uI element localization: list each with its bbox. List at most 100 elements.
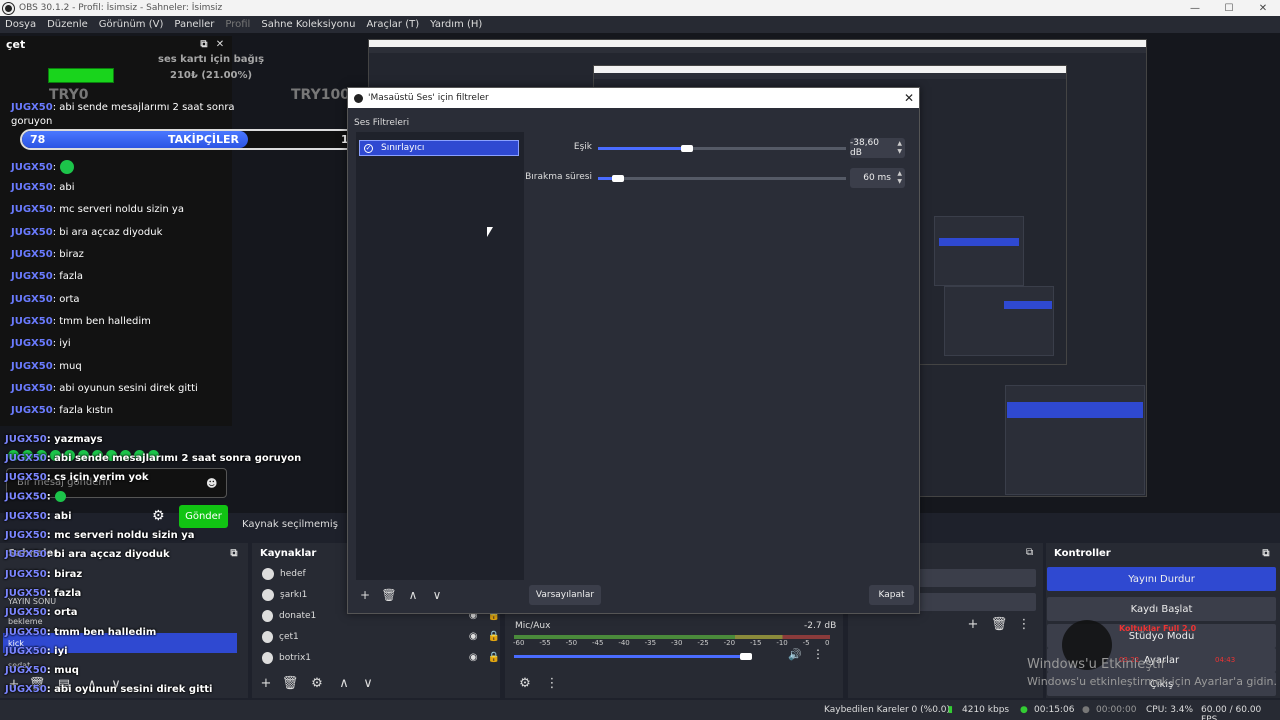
visibility-eye-icon[interactable]: ◉	[469, 631, 478, 642]
source-down-button[interactable]: ∨	[358, 674, 378, 694]
add-filter-button[interactable]: +	[356, 586, 374, 604]
remove-filter-button[interactable]: 🗑	[380, 586, 398, 604]
volume-slider[interactable]	[514, 655, 747, 658]
undock-icon[interactable]: ⧉	[1026, 547, 1033, 558]
filters-dialog-title: 'Masaüstü Ses' için filtreler	[368, 93, 489, 103]
threshold-spinbox[interactable]: -38,60 dB ▲ ▼	[850, 138, 905, 158]
overlay-chat-text: : iyi	[46, 646, 68, 657]
chat-username[interactable]: JUGX50	[11, 361, 53, 372]
transition-menu-button[interactable]: ⋮	[1014, 615, 1034, 635]
source-up-button[interactable]: ∧	[334, 674, 354, 694]
chat-username[interactable]: JUGX50	[11, 405, 53, 416]
mixer-menu-icon[interactable]: ⋮	[812, 647, 824, 661]
release-value: 60 ms	[863, 173, 891, 183]
chat-username[interactable]: JUGX50	[11, 271, 53, 282]
chat-username[interactable]: JUGX50	[11, 102, 53, 113]
menu-file[interactable]: Dosya	[0, 19, 42, 30]
maximize-button[interactable]: ☐	[1212, 3, 1246, 14]
chat-username[interactable]: JUGX50	[11, 316, 53, 327]
source-status-label: Kaynak seçilmemiş	[242, 518, 338, 530]
overlay-chat-message: JUGX50: muq	[5, 665, 79, 676]
release-spinbox[interactable]: 60 ms ▲ ▼	[850, 168, 905, 188]
filter-up-button[interactable]: ∧	[404, 586, 422, 604]
release-label: Bırakma süresi	[525, 172, 592, 182]
menu-tools[interactable]: Araçlar (T)	[361, 19, 425, 30]
obs-app-icon	[354, 93, 363, 103]
watermark-line-1: Windows'u Etkinleştir	[1027, 657, 1167, 672]
menu-scene-collection[interactable]: Sahne Koleksiyonu	[256, 19, 361, 30]
remove-transition-button[interactable]: 🗑	[989, 615, 1009, 635]
volume-slider-knob[interactable]	[740, 653, 753, 660]
minimize-button[interactable]: —	[1178, 3, 1212, 14]
controls-dock-header: Kontroller ⧉	[1046, 543, 1280, 563]
lock-icon[interactable]: 🔒	[488, 652, 500, 663]
chat-username[interactable]: JUGX50	[11, 383, 53, 394]
chat-text: : mc serveri noldu sizin ya	[52, 204, 184, 215]
release-slider[interactable]	[598, 177, 846, 180]
stop-streaming-button[interactable]: Yayını Durdur	[1047, 567, 1276, 591]
chat-username[interactable]: JUGX50	[11, 162, 53, 173]
filter-down-button[interactable]: ∨	[428, 586, 446, 604]
window-titlebar: OBS 30.1.2 - Profil: İsimsiz - Sahneler:…	[0, 0, 1280, 16]
close-icon[interactable]: ✕	[214, 39, 226, 50]
meter-tick-label: 0	[825, 639, 830, 647]
menu-view[interactable]: Görünüm (V)	[94, 19, 170, 30]
scene-item[interactable]: bekleme	[8, 617, 43, 626]
close-icon[interactable]: ✕	[899, 91, 919, 105]
menu-docks[interactable]: Paneller	[169, 19, 220, 30]
source-row[interactable]: çet1 ◉ 🔒	[252, 626, 500, 647]
meter-tick-label: -50	[565, 639, 578, 647]
visibility-toggle-icon[interactable]: ✓	[364, 143, 373, 153]
visibility-eye-icon[interactable]: ◉	[469, 652, 478, 663]
overlay-chat-text: : bi ara açcaz diyoduk	[46, 549, 170, 560]
chat-username[interactable]: JUGX50	[11, 338, 53, 349]
chat-username[interactable]: JUGX50	[11, 227, 53, 238]
add-transition-button[interactable]: +	[963, 615, 983, 635]
overlay-chat-message: JUGX50: abi	[5, 511, 72, 522]
source-properties-button[interactable]: ⚙	[307, 674, 327, 694]
overlay-widget-title: Koltuklar Full 2.0	[1119, 624, 1197, 633]
meter-tick-label: -55	[539, 639, 551, 647]
undock-icon[interactable]: ⧉	[1260, 548, 1272, 559]
overlay-chat-message: JUGX50: fazla	[5, 588, 81, 599]
chat-username[interactable]: JUGX50	[11, 249, 53, 260]
release-slider-knob[interactable]	[611, 175, 624, 182]
filters-list[interactable]	[356, 132, 524, 580]
close-button[interactable]: ✕	[1246, 3, 1280, 14]
advanced-audio-button[interactable]: ⚙	[515, 674, 535, 694]
chat-username[interactable]: JUGX50	[11, 204, 53, 215]
overlay-chat-message: JUGX50:	[5, 491, 66, 503]
source-row[interactable]: botrix1 ◉ 🔒	[252, 647, 500, 668]
chat-username[interactable]: JUGX50	[11, 294, 53, 305]
overlay-chat-message: JUGX50: cs için yerim yok	[5, 472, 149, 483]
browser-source-icon	[262, 630, 274, 643]
start-recording-button[interactable]: Kaydı Başlat	[1047, 597, 1276, 621]
menu-edit[interactable]: Düzenle	[42, 19, 94, 30]
remove-source-button[interactable]: 🗑	[280, 674, 300, 694]
filter-item-limiter[interactable]: ✓ Sınırlayıcı	[359, 140, 519, 156]
chat-message: JUGX50: biraz	[11, 249, 84, 260]
undock-icon[interactable]: ⧉	[228, 548, 240, 559]
chat-text: : abi	[52, 182, 75, 193]
gear-icon[interactable]: ⚙	[152, 508, 168, 524]
undock-icon[interactable]: ⧉	[198, 39, 210, 50]
emoji-icon[interactable]: ☻	[206, 477, 217, 490]
send-button[interactable]: Gönder	[179, 505, 228, 528]
menu-help[interactable]: Yardım (H)	[425, 19, 488, 30]
menu-profile[interactable]: Profil	[220, 19, 256, 30]
close-dialog-button[interactable]: Kapat	[869, 585, 914, 605]
mixer-options-button[interactable]: ⋮	[542, 674, 562, 694]
lock-icon[interactable]: 🔒	[488, 631, 500, 642]
speaker-icon[interactable]: 🔊	[788, 648, 802, 661]
spin-arrows-icon[interactable]: ▲ ▼	[897, 170, 902, 186]
filters-dialog-titlebar: 'Masaüstü Ses' için filtreler ✕	[348, 88, 919, 108]
threshold-slider-knob[interactable]	[681, 145, 694, 152]
transition-select[interactable]	[918, 569, 1036, 587]
duration-spin[interactable]	[918, 593, 1036, 611]
overlay-chat-username: JUGX50	[5, 569, 47, 580]
spin-arrows-icon[interactable]: ▲ ▼	[897, 140, 902, 156]
chat-message: JUGX50: mc serveri noldu sizin ya	[11, 204, 184, 215]
add-source-button[interactable]: +	[256, 674, 276, 694]
chat-username[interactable]: JUGX50	[11, 182, 53, 193]
defaults-button[interactable]: Varsayılanlar	[529, 585, 601, 605]
